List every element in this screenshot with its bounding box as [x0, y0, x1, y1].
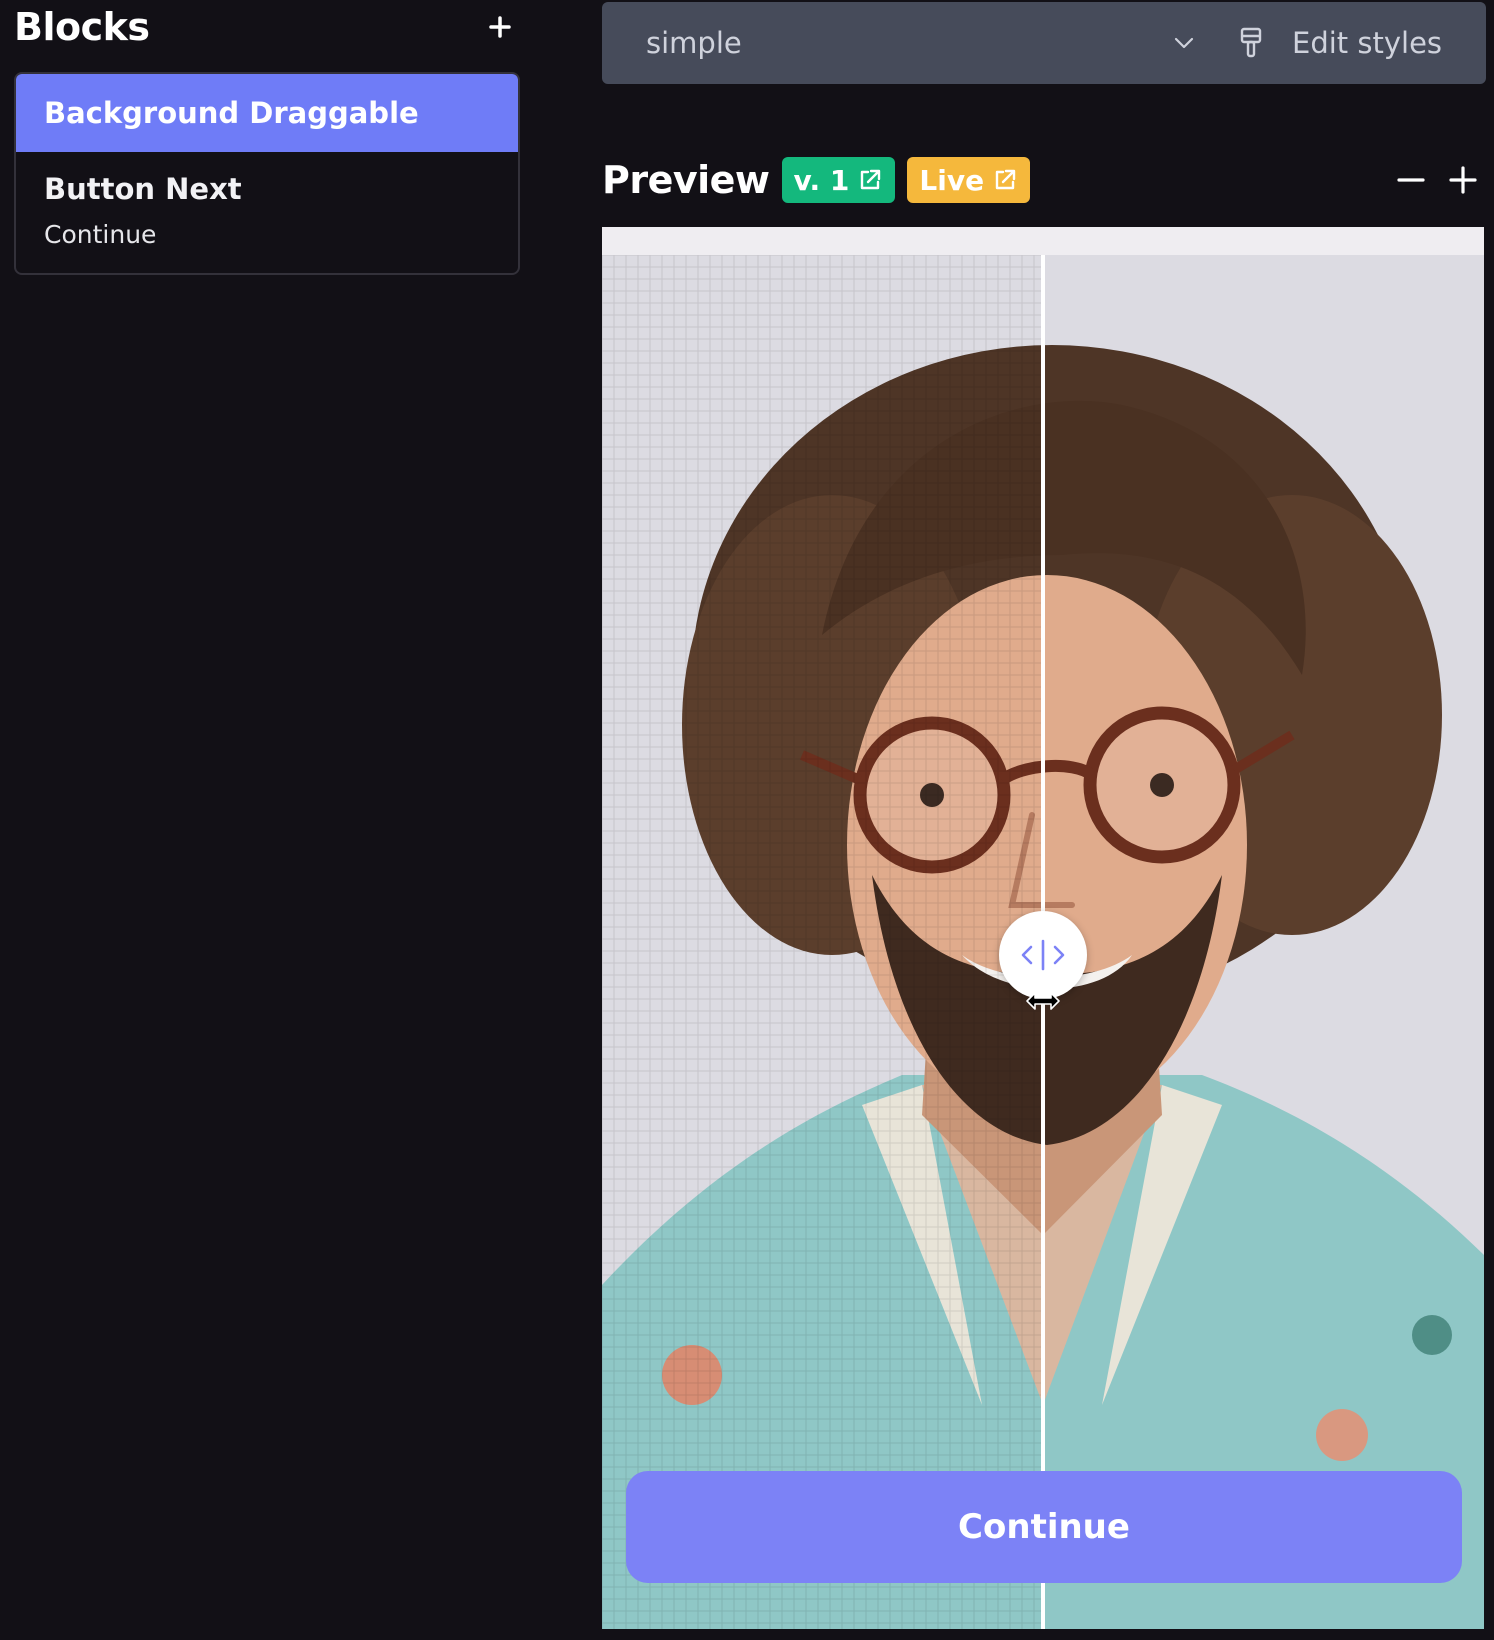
split-arrows-icon — [1021, 939, 1065, 971]
plus-icon — [1449, 166, 1477, 194]
version-badge[interactable]: v. 1 — [781, 157, 896, 203]
style-select-value: simple — [646, 26, 742, 60]
resize-cursor-icon — [1026, 992, 1060, 1010]
minus-icon — [1397, 178, 1425, 182]
version-badge-label: v. 1 — [793, 163, 850, 197]
blocks-header: Blocks — [14, 0, 524, 54]
zoom-controls — [1382, 157, 1486, 203]
preview-title: Preview — [602, 158, 770, 202]
chevron-down-icon — [1172, 31, 1196, 55]
preview-frame: Continue — [602, 227, 1484, 1629]
comparison-drag-handle[interactable] — [999, 911, 1087, 999]
preview-header: Preview v. 1 Live — [602, 150, 1486, 210]
edit-styles-label: Edit styles — [1292, 26, 1443, 60]
blocks-title: Blocks — [14, 5, 150, 49]
add-block-button[interactable] — [480, 7, 520, 47]
zoom-in-button[interactable] — [1440, 157, 1486, 203]
block-item-button-next[interactable]: Button Next Continue — [16, 152, 518, 249]
block-item-title: Button Next — [44, 172, 242, 206]
brush-icon — [1236, 26, 1266, 60]
edit-styles-button[interactable]: Edit styles — [1214, 2, 1442, 84]
continue-button[interactable]: Continue — [626, 1471, 1462, 1583]
live-badge-label: Live — [919, 163, 985, 197]
plus-icon — [489, 16, 511, 38]
live-badge[interactable]: Live — [907, 157, 1031, 203]
block-item-subtitle: Continue — [44, 220, 157, 249]
style-toolbar: simple Edit styles — [602, 2, 1486, 84]
external-link-icon — [857, 167, 883, 193]
zoom-out-button[interactable] — [1388, 157, 1434, 203]
block-item-background-draggable[interactable]: Background Draggable — [16, 74, 518, 152]
style-select[interactable]: simple — [602, 2, 1214, 84]
external-link-icon — [992, 167, 1018, 193]
blocks-list: Background Draggable Button Next Continu… — [14, 72, 520, 275]
block-item-title: Background Draggable — [44, 96, 419, 130]
